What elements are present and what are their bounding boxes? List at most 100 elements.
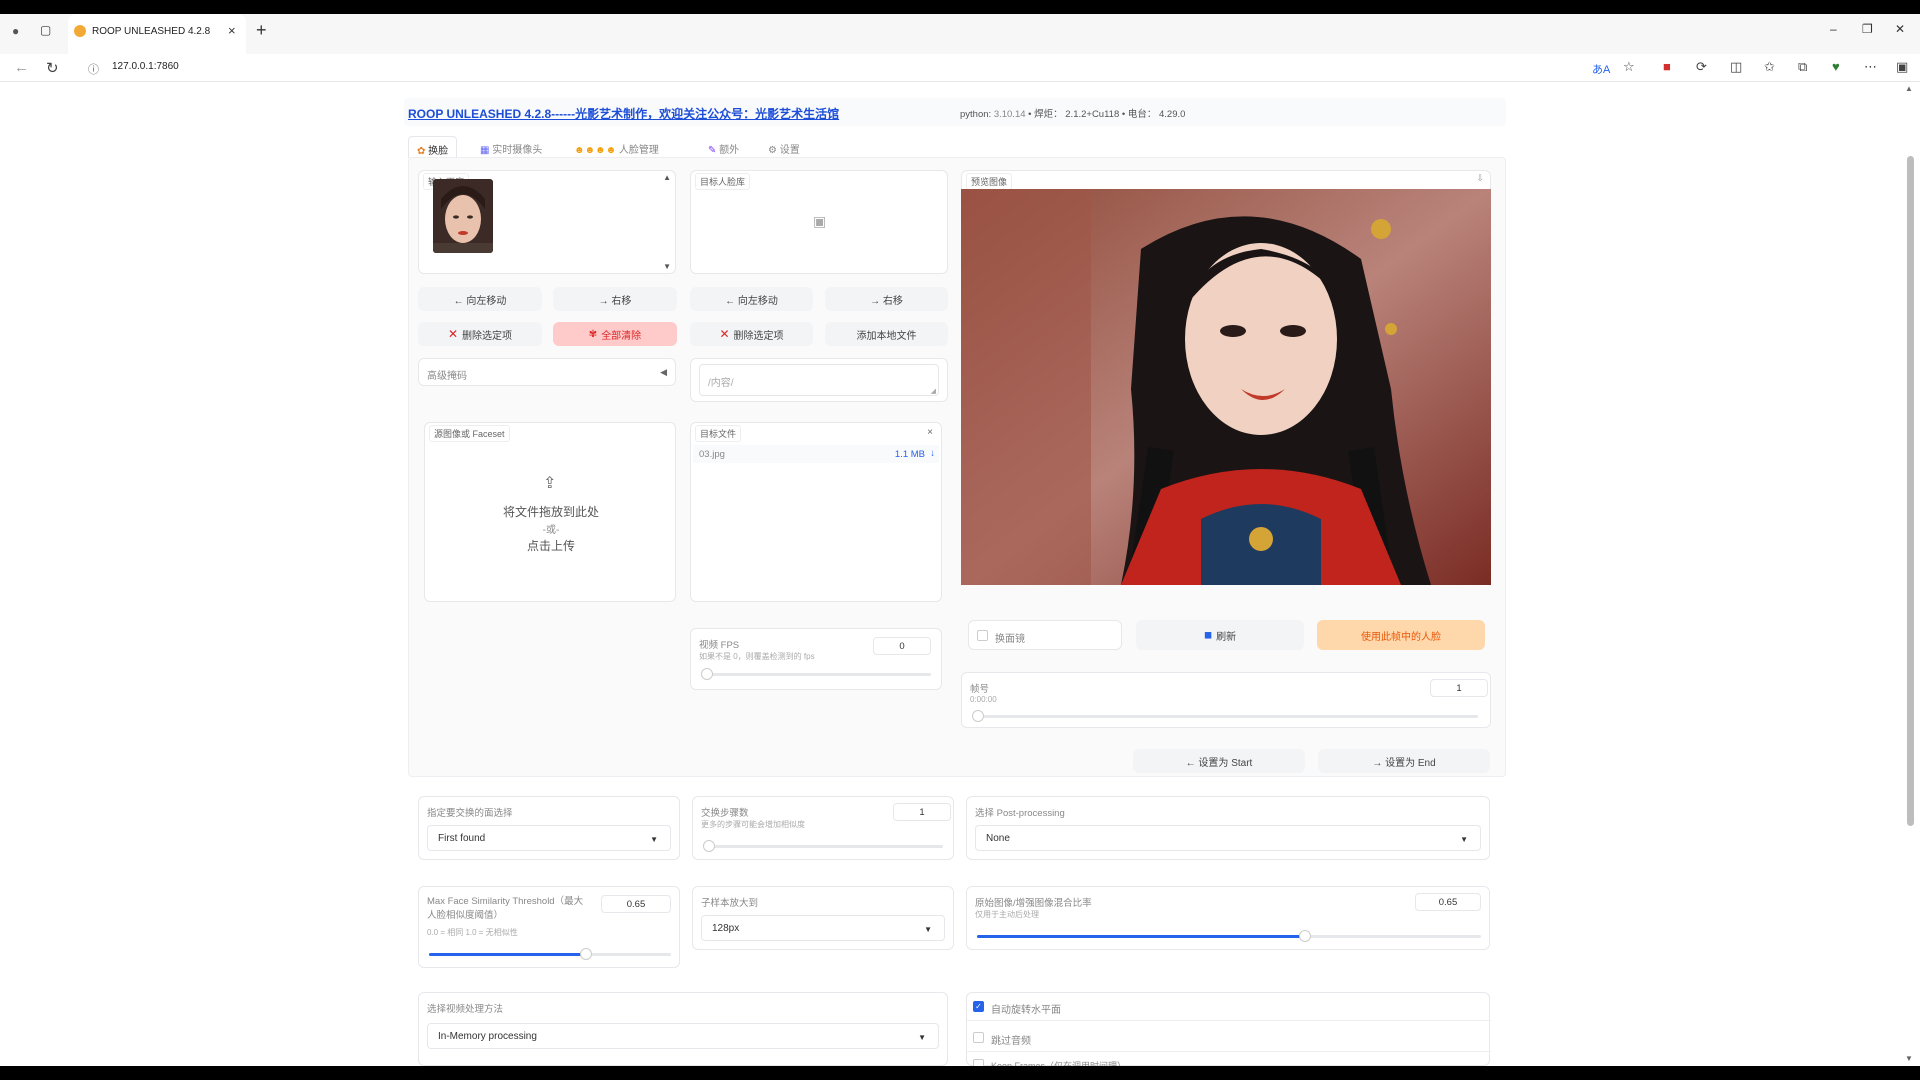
face-swap-toggle[interactable]: 换面镜	[968, 620, 1122, 650]
input-faces-gallery[interactable]: 输入面库 ▲ ▼	[418, 170, 676, 274]
source-image-upload[interactable]: 源图像或 Faceset ⇪ 将文件拖放到此处 -或- 点击上传	[424, 422, 676, 602]
file-name: 03.jpg	[699, 449, 725, 460]
post-processing-dropdown[interactable]: None ▼	[975, 825, 1481, 851]
tab-face-management[interactable]: ☻☻☻☻ 人脸管理	[574, 136, 659, 158]
slider-fill	[429, 953, 587, 956]
minimize-icon[interactable]: –	[1830, 22, 1837, 36]
tab-settings[interactable]: ⚙ 设置	[768, 136, 800, 158]
max-similarity-slider[interactable]	[429, 948, 671, 960]
input-delete-selected-button[interactable]: ✕ 删除选定项	[418, 322, 542, 346]
preview-image[interactable]	[961, 189, 1491, 585]
download-icon[interactable]: ↓	[930, 448, 935, 459]
app-title-link[interactable]: ROOP UNLEASHED 4.2.8------光影艺术制作，欢迎关注公众号…	[408, 105, 839, 122]
collections-icon[interactable]: ⧉	[1798, 59, 1807, 75]
new-tab-icon[interactable]: +	[256, 20, 267, 41]
video-fps-slider[interactable]	[701, 668, 931, 680]
use-face-from-frame-button[interactable]: 使用此帧中的人脸	[1317, 620, 1485, 650]
add-local-files-button[interactable]: 添加本地文件	[825, 322, 948, 346]
clear-all-button[interactable]: ✾ 全部清除	[553, 322, 677, 346]
image-placeholder-icon: ▣	[813, 213, 827, 229]
set-start-button[interactable]: ← 设置为 Start	[1133, 749, 1305, 773]
face-swap-checkbox[interactable]	[977, 630, 988, 641]
target-faces-gallery[interactable]: 目标人脸库 ▣	[690, 170, 948, 274]
advanced-mask-accordion[interactable]: 高级掩码 ◀	[418, 358, 676, 386]
auto-rotate-checkbox[interactable]: ✓	[973, 1001, 984, 1012]
preview-download-icon[interactable]: ⇩	[1476, 173, 1484, 184]
subsample-control: 子样本放大到 128px ▼	[692, 886, 954, 950]
input-move-left-button[interactable]: ← 向左移动	[418, 287, 542, 311]
browser-essentials-icon[interactable]: ♥	[1832, 59, 1840, 74]
frame-input[interactable]: 1	[1430, 679, 1488, 697]
resize-handle-icon[interactable]: ◢	[931, 387, 936, 395]
swap-steps-slider[interactable]	[703, 840, 943, 852]
face-select-dropdown[interactable]: First found ▼	[427, 825, 671, 851]
delete-x-icon: ✕	[447, 327, 459, 341]
more-menu-icon[interactable]: ⋯	[1864, 59, 1877, 75]
tab-live-cam[interactable]: ▦ 实时摄像头	[480, 136, 542, 158]
target-move-right-button[interactable]: → 右移	[825, 287, 948, 311]
swap-steps-input[interactable]: 1	[893, 803, 951, 821]
tab-face-swap[interactable]: ✿ 换脸	[408, 136, 458, 158]
skip-audio-checkbox[interactable]	[973, 1032, 984, 1043]
target-path-textarea[interactable]: /内容/ ◢	[699, 364, 939, 396]
slider-thumb[interactable]	[703, 840, 715, 852]
subsample-dropdown[interactable]: 128px ▼	[701, 915, 945, 941]
video-processing-dropdown[interactable]: In-Memory processing ▼	[427, 1023, 939, 1049]
tab-actions-icon[interactable]: ▢	[40, 23, 51, 37]
slider-fill	[977, 935, 1305, 938]
face-swap-tab-icon: ✿	[417, 146, 426, 157]
clear-files-icon[interactable]: ×	[927, 427, 933, 438]
blend-ratio-slider[interactable]	[977, 930, 1481, 942]
video-fps-control: 视频 FPS 如果不是 0，则覆盖检测到的 fps 0	[690, 628, 942, 690]
input-face-thumbnail[interactable]	[433, 179, 493, 253]
window-close-icon[interactable]: ✕	[1895, 22, 1905, 36]
refresh-icon: ◼	[1203, 629, 1213, 641]
file-row[interactable]: 03.jpg 1.1 MB ↓	[693, 445, 939, 463]
video-fps-sub: 如果不是 0，则覆盖检测到的 fps	[699, 652, 815, 661]
split-screen-icon[interactable]: ◫	[1730, 59, 1742, 75]
extension-refresh-icon[interactable]: ⟳	[1696, 59, 1707, 75]
back-icon[interactable]: ←	[14, 59, 29, 76]
input-move-right-button[interactable]: → 右移	[553, 287, 677, 311]
target-delete-selected-button[interactable]: ✕ 删除选定项	[690, 322, 813, 346]
frame-label: 帧号	[970, 684, 990, 695]
reload-icon[interactable]: ↻	[46, 59, 59, 77]
slider-thumb[interactable]	[1298, 930, 1311, 942]
video-fps-input[interactable]: 0	[873, 637, 931, 655]
slider-thumb[interactable]	[972, 710, 984, 722]
frame-slider[interactable]	[972, 710, 1478, 722]
restore-icon[interactable]: ❐	[1862, 22, 1873, 36]
file-size: 1.1 MB	[894, 449, 925, 460]
gallery-scroll-up-icon[interactable]: ▲	[663, 173, 671, 182]
video-processing-control: 选择视频处理方法 In-Memory processing ▼	[418, 992, 948, 1066]
blend-ratio-input[interactable]: 0.65	[1415, 893, 1481, 911]
translate-icon[interactable]: あA	[1592, 61, 1610, 77]
scroll-down-icon[interactable]: ▼	[1905, 1054, 1913, 1063]
set-end-button[interactable]: → 设置为 End	[1318, 749, 1490, 773]
tab-extras[interactable]: ✎ 额外	[708, 136, 739, 158]
favorite-star-icon[interactable]: ☆	[1623, 59, 1635, 75]
page-scrollbar[interactable]	[1907, 156, 1914, 826]
scroll-up-icon[interactable]: ▲	[1905, 84, 1913, 93]
frame-number-control: 帧号 0:00:00 1	[961, 672, 1491, 728]
tab-close-icon[interactable]: ×	[228, 23, 236, 38]
faces-emoji-icon: ☻☻☻☻	[574, 145, 617, 156]
video-fps-label: 视频 FPS	[699, 640, 740, 651]
app-header: ROOP UNLEASHED 4.2.8------光影艺术制作，欢迎关注公众号…	[404, 98, 1506, 126]
blend-ratio-control: 原始图像/增强图像混合比率 仅用于主动后处理 0.65	[966, 886, 1490, 950]
url-field[interactable]: 127.0.0.1:7860	[112, 61, 179, 72]
max-similarity-input[interactable]: 0.65	[601, 895, 671, 913]
slider-thumb[interactable]	[701, 668, 713, 680]
refresh-button[interactable]: ◼ 刷新	[1136, 620, 1304, 650]
profile-icon[interactable]: ●	[12, 24, 19, 38]
gear-icon: ⚙	[768, 145, 777, 156]
sidebar-toggle-icon[interactable]: ▣	[1896, 59, 1908, 75]
gallery-scroll-down-icon[interactable]: ▼	[663, 262, 671, 271]
browser-tab[interactable]: ROOP UNLEASHED 4.2.8 ×	[68, 14, 246, 54]
swap-steps-control: 交换步骤数 更多的步骤可能会增加相似度 1	[692, 796, 954, 860]
site-info-icon[interactable]: ⓘ	[88, 61, 99, 77]
target-move-left-button[interactable]: ← 向左移动	[690, 287, 813, 311]
favorites-icon[interactable]: ✩	[1764, 59, 1775, 75]
slider-thumb[interactable]	[580, 948, 593, 960]
extension-red-icon[interactable]: ■	[1663, 59, 1671, 74]
